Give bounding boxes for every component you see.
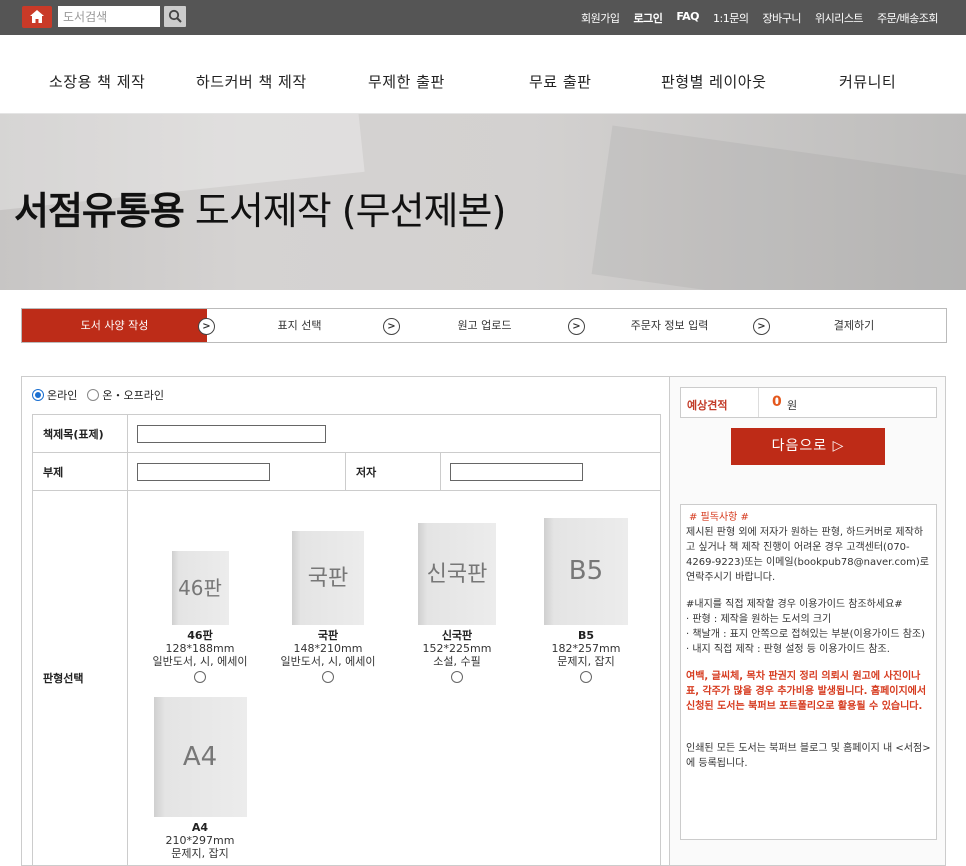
wishlist-link[interactable]: 위시리스트 (815, 10, 864, 26)
size-option-a4[interactable]: A4 A4 210*297mm 문제지, 잡지 (145, 697, 255, 860)
order-sidebar: 예상견적 0 원 다음으로 ▷ # 필독사항 # 제시된 판형 외에 저자가 원… (670, 376, 946, 866)
author-label: 저자 (345, 452, 441, 491)
size-radio[interactable] (194, 671, 206, 683)
search-icon (168, 9, 182, 23)
book-cover-image: B5 (544, 518, 628, 625)
spec-table: 책제목(표제) 부제 저자 판형선택 46판 46판 128*188mm 일반도… (32, 414, 661, 866)
notice-guide-item: · 판형 : 제작을 원하는 도서의 크기 (686, 614, 832, 625)
step-spec: 도서 사양 작성 (22, 309, 207, 342)
size-radio[interactable] (451, 671, 463, 683)
size-dimensions: 148*210mm (293, 642, 363, 655)
size-select-label: 판형선택 (32, 490, 128, 866)
chevron-right-icon: > (198, 318, 215, 335)
book-title-input[interactable] (137, 424, 326, 443)
size-radio[interactable] (580, 671, 592, 683)
size-option-46[interactable]: 46판 46판 128*188mm 일반도서, 시, 에세이 (145, 551, 255, 683)
table-row: 책제목(표제) (32, 414, 661, 453)
size-dimensions: 210*297mm (165, 834, 235, 847)
table-row: 부제 저자 (32, 452, 661, 491)
size-name: 신국판 (441, 629, 473, 642)
login-link[interactable]: 로그인 (634, 10, 663, 26)
search-input[interactable] (58, 6, 160, 27)
cart-link[interactable]: 장바구니 (762, 10, 801, 26)
nav-item-free-publish[interactable]: 무료 출판 (529, 71, 591, 92)
radio-online-offline[interactable] (87, 389, 100, 401)
size-name: 46판 (187, 629, 213, 642)
size-description: 소설, 수필 (433, 655, 481, 668)
notice-box: # 필독사항 # 제시된 판형 외에 저자가 원하는 판형, 하드커버로 제작하… (680, 504, 937, 840)
chevron-right-icon: > (753, 318, 770, 335)
spec-form: 온라인 온・오프라인 책제목(표제) 부제 저자 판형선택 46판 46판 12… (21, 376, 670, 866)
estimate-value: 0 (772, 394, 782, 410)
notice-registration: 인쇄된 모든 도서는 북퍼브 블로그 및 홈페이지 내 <서점>에 등록됩니다. (686, 743, 931, 769)
estimate-label: 예상견적 (687, 399, 728, 412)
book-cover-image: 신국판 (418, 523, 496, 625)
size-name: A4 (191, 821, 209, 834)
order-tracking-link[interactable]: 주문/배송조회 (877, 10, 938, 26)
estimate-box: 예상견적 0 원 (680, 387, 937, 418)
radio-online-offline-label: 온・오프라인 (102, 389, 164, 402)
step-upload: 원고 업로드 (457, 319, 512, 332)
nav-item-personal-book[interactable]: 소장용 책 제작 (49, 71, 145, 92)
radio-online-label: 온라인 (47, 389, 78, 402)
notice-guide-heading: #내지를 직접 제작할 경우 이용가이드 참조하세요# (686, 599, 903, 610)
next-button[interactable]: 다음으로 ▷ (731, 428, 885, 465)
nav-item-community[interactable]: 커뮤니티 (839, 71, 896, 92)
estimate-unit: 원 (787, 399, 798, 412)
step-payment: 결제하기 (833, 319, 875, 332)
size-radio[interactable] (322, 671, 334, 683)
size-name: B5 (577, 629, 595, 642)
top-bar: 회원가입 로그인 FAQ 1:1문의 장바구니 위시리스트 주문/배송조회 (0, 0, 966, 35)
book-cover-image: 국판 (292, 531, 364, 625)
step-cover: 표지 선택 (277, 319, 322, 332)
notice-contact: 제시된 판형 외에 저자가 원하는 판형, 하드커버로 제작하고 싶거나 책 제… (686, 527, 929, 583)
size-name: 국판 (317, 629, 339, 642)
chevron-right-icon: > (568, 318, 585, 335)
main-nav: 소장용 책 제작 하드커버 책 제작 무제한 출판 무료 출판 판형별 레이아웃… (0, 35, 966, 114)
size-option-gukpan[interactable]: 국판 국판 148*210mm 일반도서, 시, 에세이 (273, 531, 383, 683)
size-option-b5[interactable]: B5 B5 182*257mm 문제지, 잡지 (531, 518, 641, 683)
book-title-label: 책제목(표제) (32, 414, 128, 453)
home-button[interactable] (22, 6, 52, 28)
size-description: 문제지, 잡지 (557, 655, 615, 668)
radio-online[interactable] (32, 389, 44, 401)
book-cover-image: A4 (153, 697, 247, 817)
page-title: 서점유통용 도서제작 (무선제본) (14, 189, 506, 233)
notice-guide-item: · 내지 직접 제작 : 판형 설정 등 이용가이드 참조. (686, 644, 890, 655)
faq-link[interactable]: FAQ (676, 10, 699, 26)
inquiry-link[interactable]: 1:1문의 (713, 10, 749, 26)
nav-item-unlimited-publish[interactable]: 무제한 출판 (368, 71, 445, 92)
size-description: 일반도서, 시, 에세이 (280, 655, 376, 668)
notice-extra-cost: 여백, 글씨체, 목차 판권지 정리 의뢰시 원고에 사진이나 표, 각주가 많… (686, 671, 927, 712)
home-icon (30, 10, 44, 23)
size-dimensions: 182*257mm (551, 642, 621, 655)
distribution-radio-group: 온라인 온・오프라인 (32, 387, 164, 403)
notice-guide-item: · 책날개 : 표지 안쪽으로 접혀있는 부분(이용가이드 참조) (686, 629, 926, 640)
search-button[interactable] (164, 6, 186, 27)
author-input[interactable] (450, 462, 583, 481)
size-option-singukpan[interactable]: 신국판 신국판 152*225mm 소설, 수필 (402, 523, 512, 683)
signup-link[interactable]: 회원가입 (581, 10, 620, 26)
subtitle-label: 부제 (32, 452, 128, 491)
size-dimensions: 152*225mm (422, 642, 492, 655)
book-cover-image: 46판 (171, 551, 229, 625)
hero-banner: 서점유통용 도서제작 (무선제본) (0, 114, 966, 290)
notice-heading: # 필독사항 # (689, 512, 749, 523)
subtitle-input[interactable] (137, 462, 270, 481)
table-row: 판형선택 46판 46판 128*188mm 일반도서, 시, 에세이 국판 국… (32, 490, 661, 866)
top-links: 회원가입 로그인 FAQ 1:1문의 장바구니 위시리스트 주문/배송조회 (581, 10, 938, 26)
order-steps: 도서 사양 작성 표지 선택 원고 업로드 주문자 정보 입력 결제하기 > >… (21, 308, 947, 343)
step-orderer-info: 주문자 정보 입력 (630, 319, 709, 332)
size-dimensions: 128*188mm (165, 642, 235, 655)
size-description: 일반도서, 시, 에세이 (152, 655, 248, 668)
nav-item-hardcover[interactable]: 하드커버 책 제작 (196, 71, 307, 92)
nav-item-layout-by-size[interactable]: 판형별 레이아웃 (661, 71, 766, 92)
size-description: 문제지, 잡지 (171, 847, 229, 860)
chevron-right-icon: > (383, 318, 400, 335)
